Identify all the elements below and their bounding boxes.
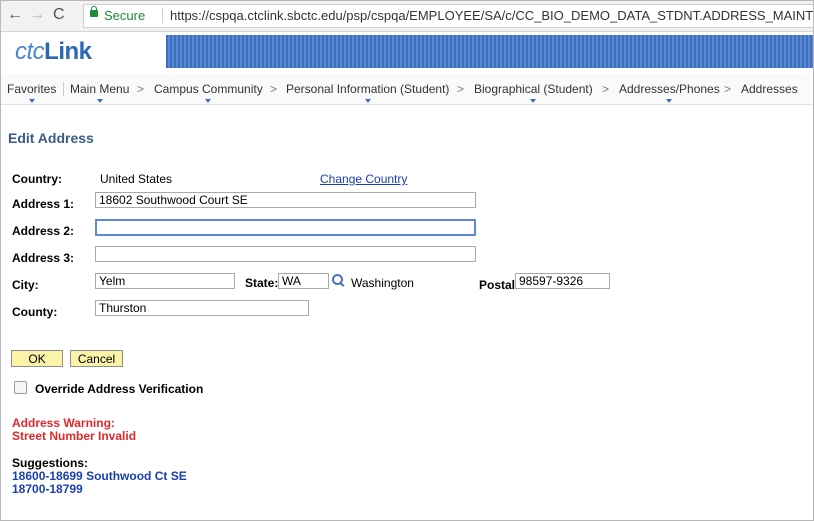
address-bar[interactable]: Secure https://cspqa.ctclink.sbctc.edu/p…: [83, 4, 813, 28]
menu-divider: [63, 82, 64, 96]
menu-main-menu[interactable]: Main Menu: [70, 82, 130, 103]
breadcrumb-separator: >: [457, 82, 465, 96]
address1-input[interactable]: [95, 192, 476, 208]
ctclink-logo[interactable]: ctcLink: [15, 38, 92, 66]
menu-biographical-label: Biographical (Student): [474, 82, 593, 96]
menu-favorites-label: Favorites: [7, 82, 57, 96]
logo-prefix: ctc: [15, 38, 45, 65]
header-banner: ctcLink: [1, 32, 813, 70]
breadcrumb-separator: >: [137, 82, 145, 96]
lock-icon: [90, 6, 98, 17]
menu-addresses-phones-label: Addresses/Phones: [619, 82, 720, 96]
address3-label: Address 3:: [12, 251, 75, 265]
menu-bar: Favorites Main Menu > Campus Community >…: [1, 74, 813, 105]
back-arrow-icon[interactable]: ←: [7, 6, 23, 24]
menu-main-menu-label: Main Menu: [70, 82, 130, 96]
county-input[interactable]: [95, 300, 309, 316]
override-verification-checkbox[interactable]: [14, 381, 27, 394]
city-input[interactable]: [95, 273, 235, 289]
page-title: Edit Address: [8, 130, 94, 146]
change-country-link[interactable]: Change Country: [320, 172, 407, 186]
breadcrumb-separator: >: [724, 82, 732, 96]
county-label: County:: [12, 305, 58, 319]
state-input[interactable]: [278, 273, 329, 289]
postal-input[interactable]: [515, 273, 610, 289]
address2-label: Address 2:: [12, 224, 75, 238]
state-name: Washington: [351, 276, 414, 290]
address-warning-detail: Street Number Invalid: [12, 429, 137, 443]
chevron-down-icon: [530, 99, 537, 103]
reload-icon[interactable]: C: [53, 6, 65, 24]
menu-biographical[interactable]: Biographical (Student): [474, 82, 593, 103]
menu-campus-community[interactable]: Campus Community: [154, 82, 263, 103]
forward-arrow-icon[interactable]: →: [29, 6, 45, 24]
lookup-search-icon[interactable]: [332, 274, 344, 286]
postal-label: Postal:: [479, 278, 520, 292]
address2-input[interactable]: [95, 219, 476, 236]
menu-addresses-phones[interactable]: Addresses/Phones: [619, 82, 720, 103]
logo-suffix: Link: [44, 38, 92, 65]
secure-label: Secure: [104, 8, 146, 23]
state-label: State:: [245, 276, 279, 290]
chevron-down-icon: [205, 99, 212, 103]
menu-favorites[interactable]: Favorites: [7, 82, 57, 103]
address1-label: Address 1:: [12, 197, 75, 211]
breadcrumb-separator: >: [602, 82, 610, 96]
chevron-down-icon: [364, 99, 371, 103]
breadcrumb-separator: >: [270, 82, 278, 96]
address3-input[interactable]: [95, 246, 476, 262]
menu-personal-information-label: Personal Information (Student): [286, 82, 450, 96]
url-text[interactable]: https://cspqa.ctclink.sbctc.edu/psp/cspq…: [170, 8, 813, 23]
url-divider: [162, 7, 163, 23]
city-label: City:: [12, 278, 39, 292]
window: ← → C Secure https://cspqa.ctclink.sbctc…: [0, 0, 814, 521]
banner-stripe: [166, 35, 813, 68]
suggestions-heading: Suggestions:: [12, 456, 89, 470]
override-verification-label: Override Address Verification: [35, 382, 204, 396]
country-value: United States: [100, 172, 173, 186]
ok-button[interactable]: OK: [11, 350, 63, 367]
country-label: Country:: [12, 172, 62, 186]
menu-addresses[interactable]: Addresses: [741, 82, 798, 96]
menu-campus-community-label: Campus Community: [154, 82, 263, 96]
chevron-down-icon: [666, 99, 673, 103]
browser-toolbar: ← → C Secure https://cspqa.ctclink.sbctc…: [1, 1, 813, 32]
menu-personal-information[interactable]: Personal Information (Student): [286, 82, 450, 103]
suggestion-item[interactable]: 18700-18799: [12, 482, 83, 496]
cancel-button[interactable]: Cancel: [70, 350, 123, 367]
chevron-down-icon: [28, 99, 35, 103]
suggestion-item[interactable]: 18600-18699 Southwood Ct SE: [12, 469, 187, 483]
chevron-down-icon: [96, 99, 103, 103]
address-warning-title: Address Warning:: [12, 416, 115, 430]
